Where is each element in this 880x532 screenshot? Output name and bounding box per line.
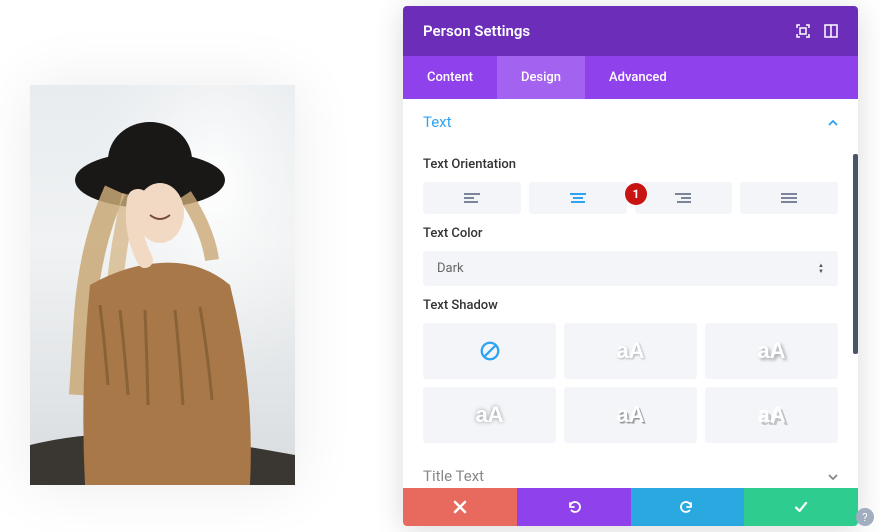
help-icon[interactable]: ?: [856, 508, 874, 526]
annotation-badge-1: 1: [625, 183, 647, 205]
align-center-button[interactable]: [529, 182, 627, 214]
scrollbar[interactable]: [853, 154, 858, 354]
text-shadow-options: aA aA aA aA aA: [423, 323, 838, 443]
panel-header: Person Settings: [403, 6, 858, 56]
orientation-options: 1: [423, 182, 838, 214]
redo-button[interactable]: [631, 488, 745, 526]
text-color-select[interactable]: Dark ▲▼: [423, 251, 838, 286]
section-title-text-header[interactable]: Title Text: [403, 453, 858, 488]
text-color-label: Text Color: [423, 226, 838, 241]
snap-icon[interactable]: [824, 24, 838, 38]
align-left-button[interactable]: [423, 182, 521, 214]
tab-advanced[interactable]: Advanced: [585, 56, 691, 99]
no-shadow-icon: [479, 340, 501, 362]
select-arrows-icon: ▲▼: [818, 263, 824, 274]
settings-panel: Person Settings Content Design Advanced …: [403, 6, 858, 526]
panel-body: Text Text Orientation 1: [403, 99, 858, 488]
expand-icon[interactable]: [796, 24, 810, 38]
shadow-option-1[interactable]: aA: [564, 323, 697, 379]
person-photo: [30, 85, 295, 485]
orientation-label: Text Orientation: [423, 157, 838, 172]
cancel-button[interactable]: [403, 488, 517, 526]
align-right-button[interactable]: [635, 182, 733, 214]
text-color-value: Dark: [437, 261, 464, 276]
tab-bar: Content Design Advanced: [403, 56, 858, 99]
panel-title: Person Settings: [423, 22, 530, 40]
action-bar: [403, 488, 858, 526]
shadow-option-3[interactable]: aA: [423, 387, 556, 443]
collapse-icon: [828, 115, 838, 129]
preview-image-container: [30, 85, 295, 485]
section-title-text-title: Title Text: [423, 467, 484, 485]
undo-button[interactable]: [517, 488, 631, 526]
shadow-option-5[interactable]: aA: [705, 387, 838, 443]
confirm-button[interactable]: [744, 488, 858, 526]
shadow-none-button[interactable]: [423, 323, 556, 379]
header-actions: [796, 24, 838, 38]
section-text-body: Text Orientation 1 Text Color Dark: [403, 157, 858, 453]
section-text-header[interactable]: Text: [403, 99, 858, 145]
shadow-option-4[interactable]: aA: [564, 387, 697, 443]
shadow-option-2[interactable]: aA: [705, 323, 838, 379]
align-justify-button[interactable]: [740, 182, 838, 214]
expand-icon: [828, 469, 838, 483]
text-shadow-label: Text Shadow: [423, 298, 838, 313]
section-text-title: Text: [423, 113, 452, 131]
tab-content[interactable]: Content: [403, 56, 497, 99]
tab-design[interactable]: Design: [497, 56, 585, 99]
